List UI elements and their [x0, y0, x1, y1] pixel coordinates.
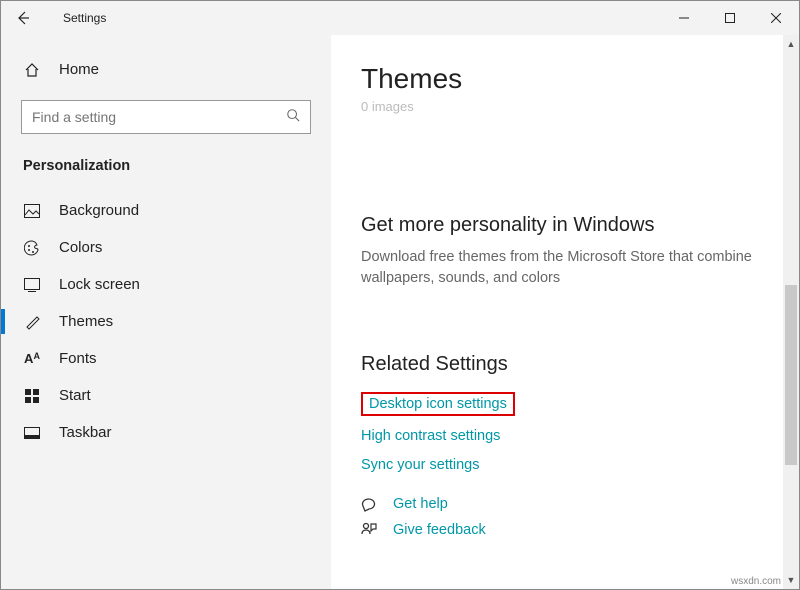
home-icon: [23, 62, 41, 78]
sidebar-item-label: Taskbar: [59, 424, 112, 441]
sidebar-item-label: Fonts: [59, 350, 97, 367]
scroll-down-arrow[interactable]: ▼: [783, 571, 799, 589]
lockscreen-icon: [23, 278, 41, 292]
search-input[interactable]: [32, 109, 286, 125]
brush-icon: [23, 314, 41, 330]
close-button[interactable]: [753, 1, 799, 35]
sidebar-item-start[interactable]: Start: [1, 377, 331, 414]
partial-scroll-text: 0 images: [361, 99, 769, 114]
section-body: Download free themes from the Microsoft …: [361, 247, 769, 289]
home-link[interactable]: Home: [1, 53, 331, 86]
search-box[interactable]: [21, 100, 311, 134]
home-label: Home: [59, 61, 99, 78]
link-feedback[interactable]: Give feedback: [393, 522, 486, 538]
window-controls: [661, 1, 799, 35]
arrow-left-icon: [15, 10, 31, 26]
window-title: Settings: [63, 11, 106, 25]
watermark: wsxdn.com: [731, 576, 781, 587]
sidebar-item-background[interactable]: Background: [1, 192, 331, 229]
titlebar: Settings: [1, 1, 799, 35]
fonts-icon: AA: [23, 351, 41, 366]
sidebar-item-label: Colors: [59, 239, 102, 256]
sidebar-item-fonts[interactable]: AA Fonts: [1, 340, 331, 377]
category-title: Personalization: [1, 152, 331, 192]
sidebar-item-label: Start: [59, 387, 91, 404]
minimize-button[interactable]: [661, 1, 707, 35]
sidebar-item-lockscreen[interactable]: Lock screen: [1, 266, 331, 303]
feedback-icon: [361, 522, 379, 538]
palette-icon: [23, 240, 41, 256]
sidebar-item-label: Lock screen: [59, 276, 140, 293]
close-icon: [771, 13, 781, 23]
main-content: Themes 0 images Get more personality in …: [331, 35, 799, 589]
sidebar-item-taskbar[interactable]: Taskbar: [1, 414, 331, 451]
scroll-up-arrow[interactable]: ▲: [783, 35, 799, 53]
page-title: Themes: [361, 63, 769, 95]
link-sync-settings[interactable]: Sync your settings: [361, 457, 479, 473]
sidebar-item-label: Background: [59, 202, 139, 219]
scroll-thumb[interactable]: [785, 285, 797, 465]
maximize-button[interactable]: [707, 1, 753, 35]
related-heading: Related Settings: [361, 353, 769, 376]
sidebar: Home Personalization Background Colors L…: [1, 35, 331, 589]
help-icon: [361, 496, 379, 512]
scrollbar[interactable]: ▲ ▼: [783, 35, 799, 589]
minimize-icon: [679, 13, 689, 23]
start-icon: [23, 389, 41, 403]
taskbar-icon: [23, 427, 41, 439]
sidebar-item-themes[interactable]: Themes: [1, 303, 331, 340]
link-high-contrast-settings[interactable]: High contrast settings: [361, 428, 500, 444]
search-icon: [286, 108, 300, 127]
link-desktop-icon-settings[interactable]: Desktop icon settings: [361, 392, 515, 416]
sidebar-item-colors[interactable]: Colors: [1, 229, 331, 266]
picture-icon: [23, 204, 41, 218]
maximize-icon: [725, 13, 735, 23]
link-get-help[interactable]: Get help: [393, 496, 448, 512]
section-title: Get more personality in Windows: [361, 214, 769, 237]
back-button[interactable]: [1, 1, 45, 35]
sidebar-item-label: Themes: [59, 313, 113, 330]
